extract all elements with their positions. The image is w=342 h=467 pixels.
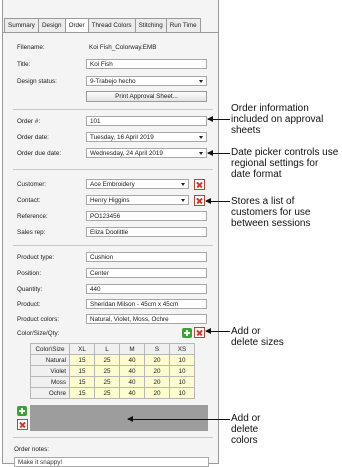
color-row-header[interactable]: Moss xyxy=(30,376,70,388)
callout-colors: Add or delete colors xyxy=(231,413,261,446)
tab-stitching[interactable]: Stitching xyxy=(134,18,166,33)
contact-select[interactable]: Henry Higgins xyxy=(86,195,189,205)
qty-cell[interactable]: 20 xyxy=(144,387,170,399)
size-header[interactable]: XS xyxy=(169,343,195,355)
product-type-label: Product type: xyxy=(17,254,55,261)
print-approval-sheet-button[interactable]: Print Approval Sheet... xyxy=(86,91,207,102)
product-type-field[interactable]: Cushion xyxy=(86,252,207,262)
qty-cell[interactable]: 10 xyxy=(169,365,195,377)
section-divider xyxy=(13,437,213,438)
contact-label: Contact: xyxy=(17,197,41,204)
section-divider xyxy=(13,169,213,170)
design-status-select[interactable]: 9-Trabejo hecho xyxy=(86,76,207,86)
sales-rep-field[interactable]: Eliza Doolittle xyxy=(86,227,207,237)
filename-value: Koi Fish_Colorway.EMB xyxy=(89,44,157,51)
tab-run-time[interactable]: Run Time xyxy=(165,18,201,33)
color-size-qty-grid: Color\Size XL L M S XS Natural 15 25 40 … xyxy=(30,343,195,399)
product-colors-label: Product colors: xyxy=(17,316,59,323)
tab-design[interactable]: Design xyxy=(37,18,65,33)
callout-customers: Stores a list of customers for use betwe… xyxy=(231,196,311,229)
qty-cell[interactable]: 25 xyxy=(94,354,120,366)
qty-cell[interactable]: 20 xyxy=(144,365,170,377)
order-number-field[interactable]: 101 xyxy=(86,116,207,126)
position-label: Position: xyxy=(17,270,42,277)
customer-label: Customer: xyxy=(17,181,47,188)
order-number-label: Order #: xyxy=(17,118,41,125)
color-size-qty-label: Color/Size/Qty: xyxy=(17,330,60,337)
qty-cell[interactable]: 25 xyxy=(94,387,120,399)
order-due-date-picker[interactable]: Wednesday, 24 April 2019 xyxy=(86,148,207,158)
qty-cell[interactable]: 15 xyxy=(69,365,95,377)
size-header[interactable]: M xyxy=(119,343,145,355)
tab-bar: Summary Design Order Thread Colors Stitc… xyxy=(4,18,201,33)
qty-cell[interactable]: 10 xyxy=(169,387,195,399)
filename-label: Filename: xyxy=(17,44,45,51)
order-date-label: Order date: xyxy=(17,134,49,141)
delete-color-icon[interactable] xyxy=(17,419,28,430)
position-field[interactable]: Center xyxy=(86,268,207,278)
title-field[interactable]: Koi Fish xyxy=(86,59,207,69)
callout-sizes: Add or delete sizes xyxy=(231,326,284,348)
table-row: Ochre 15 25 40 20 10 xyxy=(30,387,195,399)
callout-date-picker: Date picker controls use regional settin… xyxy=(231,147,339,180)
title-label: Title: xyxy=(17,61,31,68)
qty-cell[interactable]: 40 xyxy=(119,354,145,366)
callout-leader xyxy=(207,150,230,156)
product-label: Product: xyxy=(17,301,41,308)
design-status-label: Design status: xyxy=(17,78,57,85)
qty-cell[interactable]: 20 xyxy=(144,354,170,366)
callout-leader xyxy=(207,116,230,122)
add-size-icon[interactable] xyxy=(182,328,192,338)
section-divider xyxy=(13,245,213,246)
sales-rep-label: Sales rep: xyxy=(17,229,46,236)
qty-cell[interactable]: 40 xyxy=(119,365,145,377)
reference-field[interactable]: PO123456 xyxy=(86,211,207,221)
qty-cell[interactable]: 20 xyxy=(144,376,170,388)
color-row-header[interactable]: Ochre xyxy=(30,387,70,399)
color-row-header[interactable]: Natural xyxy=(30,354,70,366)
order-date-picker[interactable]: Tuesday, 16 April 2019 xyxy=(86,132,207,142)
callout-leader xyxy=(205,328,230,334)
delete-customer-icon[interactable] xyxy=(194,179,205,190)
order-due-date-label: Order due date: xyxy=(17,150,62,157)
qty-cell[interactable]: 25 xyxy=(94,376,120,388)
tab-thread-colors[interactable]: Thread Colors xyxy=(87,18,135,33)
color-row-header[interactable]: Violet xyxy=(30,365,70,377)
qty-cell[interactable]: 10 xyxy=(169,376,195,388)
tab-order[interactable]: Order xyxy=(64,18,88,33)
section-divider xyxy=(13,109,213,110)
qty-cell[interactable]: 15 xyxy=(69,376,95,388)
callout-order-info: Order information included on approval s… xyxy=(231,103,324,136)
quantity-field[interactable]: 440 xyxy=(86,284,207,294)
table-row: Violet 15 25 40 20 10 xyxy=(30,365,195,377)
qty-cell[interactable]: 15 xyxy=(69,387,95,399)
table-row: Natural 15 25 40 20 10 xyxy=(30,354,195,366)
callout-leader xyxy=(127,416,230,422)
grid-empty-area xyxy=(30,405,208,431)
product-colors-field[interactable]: Natural, Violet, Moss, Ochre xyxy=(86,314,207,324)
qty-cell[interactable]: 40 xyxy=(119,376,145,388)
delete-contact-icon[interactable] xyxy=(194,195,205,206)
tab-divider xyxy=(2,32,219,33)
add-color-icon[interactable] xyxy=(17,406,27,416)
reference-label: Reference: xyxy=(17,213,48,220)
order-notes-label: Order notes: xyxy=(14,446,49,453)
qty-cell[interactable]: 25 xyxy=(94,365,120,377)
tab-summary[interactable]: Summary xyxy=(4,18,38,33)
delete-size-icon[interactable] xyxy=(194,327,205,338)
callout-leader xyxy=(205,198,230,204)
size-header[interactable]: XL xyxy=(69,343,95,355)
table-row: Moss 15 25 40 20 10 xyxy=(30,376,195,388)
qty-cell[interactable]: 10 xyxy=(169,354,195,366)
customer-select[interactable]: Ace Embroidery xyxy=(86,179,189,189)
order-notes-field[interactable]: Make it snappy! xyxy=(14,457,209,467)
qty-cell[interactable]: 40 xyxy=(119,387,145,399)
grid-corner-header: Color\Size xyxy=(30,343,70,355)
quantity-label: Quantity: xyxy=(17,286,43,293)
size-header[interactable]: S xyxy=(144,343,170,355)
product-field[interactable]: Sheridan Milson - 45cm x 45cm xyxy=(86,299,207,309)
qty-cell[interactable]: 15 xyxy=(69,354,95,366)
size-header[interactable]: L xyxy=(94,343,120,355)
